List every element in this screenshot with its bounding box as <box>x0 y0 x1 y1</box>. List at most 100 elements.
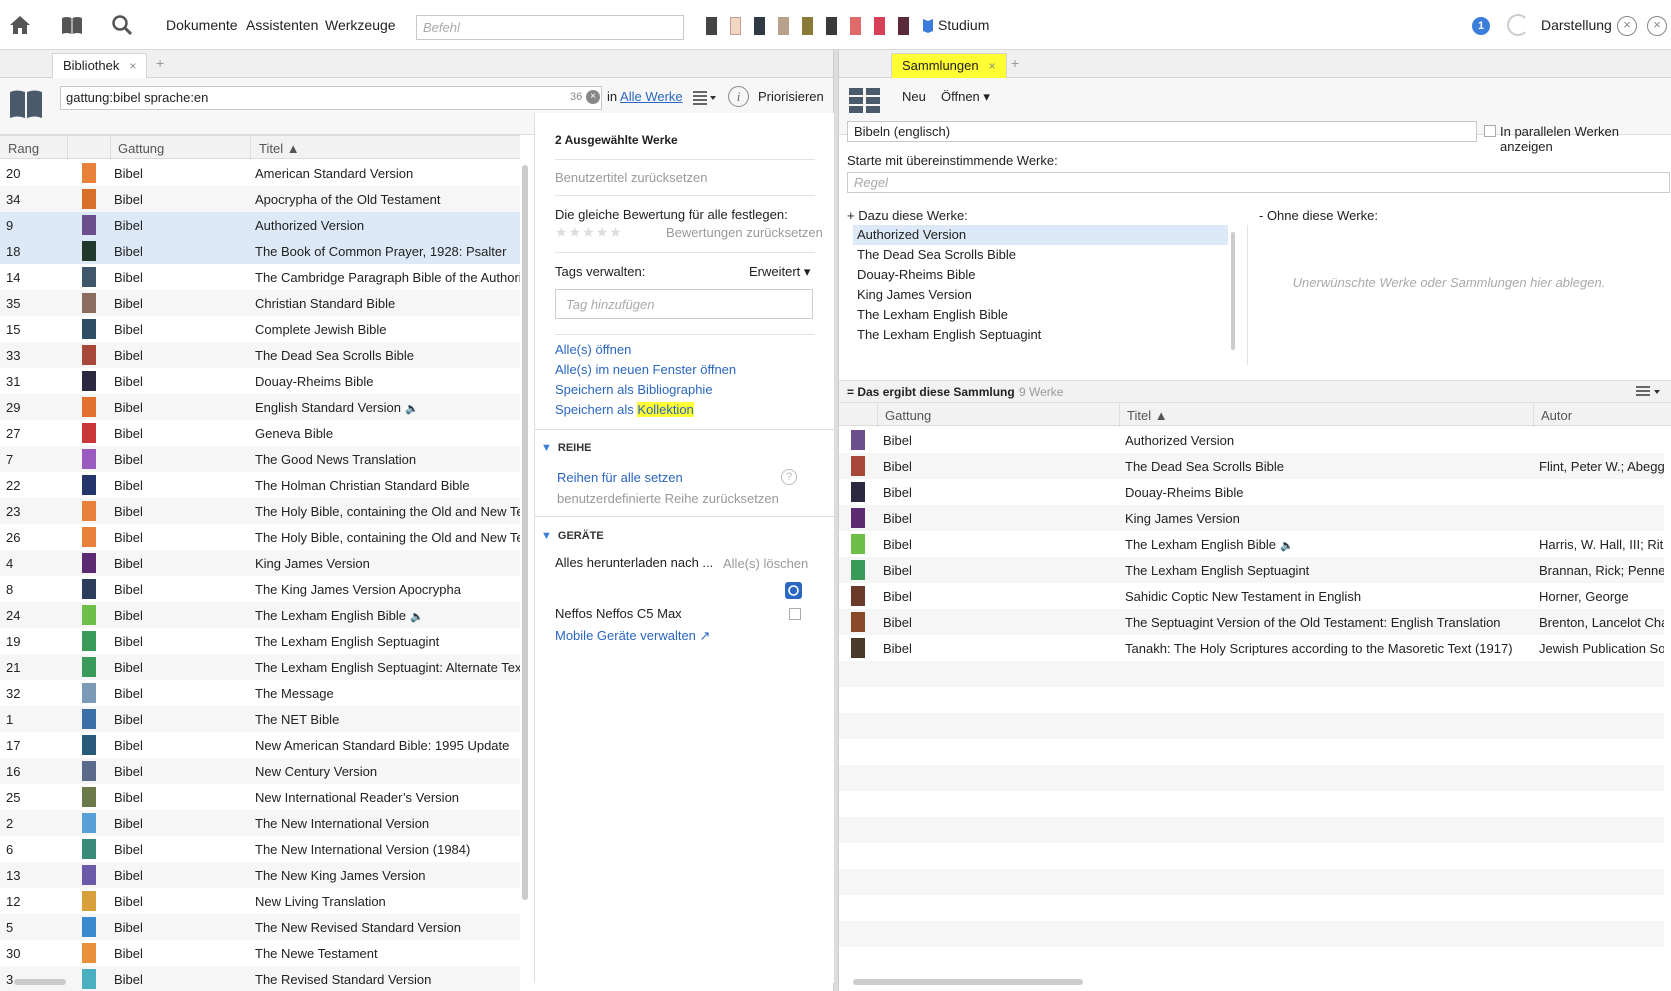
open-collection-dropdown[interactable]: Öffnen ▾ <box>941 89 990 105</box>
panel-menu-collections-icon[interactable] <box>847 84 883 120</box>
table-row[interactable]: 24 Bibel The Lexham English Bible 🔈 <box>0 602 520 628</box>
menu-werkzeuge[interactable]: Werkzeuge <box>325 17 396 33</box>
table-row[interactable]: Bibel The Septuagint Version of the Old T… <box>839 609 1664 635</box>
rule-input[interactable]: Regel <box>847 172 1670 193</box>
table-row[interactable]: Bibel Tanakh: The Holy Scriptures accordi… <box>839 635 1664 661</box>
table-row[interactable]: 1 Bibel The NET Bible <box>0 706 520 732</box>
table-row[interactable]: 33 Bibel The Dead Sea Scrolls Bible <box>0 342 520 368</box>
table-row[interactable]: 23 Bibel The Holy Bible, containing the Ol… <box>0 498 520 524</box>
save-as-bibliography-link[interactable]: Speichern als Bibliographie <box>555 382 713 397</box>
reset-series-link[interactable]: benutzerdefinierte Reihe zurücksetzen <box>557 491 779 506</box>
reset-ratings-link[interactable]: Bewertungen zurücksetzen <box>666 225 823 240</box>
sync-icon[interactable] <box>1507 14 1529 36</box>
table-row[interactable]: 14 Bibel The Cambridge Paragraph Bible of … <box>0 264 520 290</box>
col-type[interactable]: Gattung <box>885 408 931 423</box>
table-row[interactable]: 30 Bibel The Newe Testament <box>0 940 520 966</box>
library-search-input[interactable]: gattung:bibel sprache:en <box>60 86 602 110</box>
result-view-options-icon[interactable] <box>1634 384 1664 400</box>
tab-close-icon[interactable]: × <box>129 59 136 73</box>
notification-badge[interactable]: 1 <box>1472 17 1490 35</box>
tab-bibliothek[interactable]: Bibliothek × <box>52 53 148 78</box>
command-input[interactable]: Befehl <box>416 15 684 40</box>
table-row[interactable]: 6 Bibel The New International Version (198… <box>0 836 520 862</box>
include-works-list[interactable]: Authorized Version The Dead Sea Scrolls B… <box>839 225 1239 365</box>
table-row[interactable]: Bibel Sahidic Coptic New Testament in Eng… <box>839 583 1664 609</box>
include-list-item[interactable]: Authorized Version <box>853 225 1228 245</box>
view-options-icon[interactable] <box>692 88 718 106</box>
scope-link[interactable]: Alle Werke <box>620 89 683 104</box>
rating-stars[interactable]: ★★★★★ <box>555 224 623 241</box>
table-row[interactable]: 7 Bibel The Good News Translation <box>0 446 520 472</box>
include-list-scrollbar[interactable] <box>1231 232 1235 350</box>
table-row[interactable]: 17 Bibel New American Standard Bible: 1995… <box>0 732 520 758</box>
open-book-tab-icon[interactable] <box>706 17 717 35</box>
panel-menu-library-icon[interactable] <box>8 86 44 122</box>
library-horizontal-scrollbar[interactable] <box>14 979 66 985</box>
table-row[interactable]: 3 Bibel The Revised Standard Version <box>0 966 520 991</box>
open-all-new-window-link[interactable]: Alle(s) im neuen Fenster öffnen <box>555 362 736 377</box>
table-row[interactable]: Bibel The Lexham English Bible 🔈 Harris, W.… <box>839 531 1664 557</box>
table-row[interactable]: 21 Bibel The Lexham English Septuagint: Al… <box>0 654 520 680</box>
table-row[interactable]: 18 Bibel The Book of Common Prayer, 1928: … <box>0 238 520 264</box>
library-icon[interactable] <box>58 12 86 38</box>
table-row[interactable]: 27 Bibel Geneva Bible <box>0 420 520 446</box>
menu-assistenten[interactable]: Assistenten <box>246 17 318 33</box>
tab-sammlungen[interactable]: Sammlungen × <box>891 53 1007 78</box>
add-tab-icon[interactable]: + <box>156 55 164 71</box>
audio-icon[interactable]: 🔈 <box>1280 540 1294 552</box>
include-list-item[interactable]: The Dead Sea Scrolls Bible <box>853 245 1228 265</box>
open-book-tab-icon[interactable] <box>778 17 789 35</box>
appearance-menu[interactable]: Darstellung <box>1541 17 1612 33</box>
open-book-tab-icon[interactable] <box>826 17 837 35</box>
set-series-all-link[interactable]: Reihen für alle setzen <box>557 470 683 485</box>
table-row[interactable]: 13 Bibel The New King James Version <box>0 862 520 888</box>
col-type[interactable]: Gattung <box>118 141 164 156</box>
table-row[interactable]: 4 Bibel King James Version <box>0 550 520 576</box>
include-list-item[interactable]: The Lexham English Septuagint <box>853 325 1228 345</box>
tags-mode-dropdown[interactable]: Erweitert ▾ <box>749 264 810 280</box>
open-book-tab-icon[interactable] <box>754 17 765 35</box>
window-close-icon[interactable]: × <box>1647 16 1667 36</box>
table-row[interactable]: 2 Bibel The New International Version <box>0 810 520 836</box>
library-vertical-scrollbar[interactable] <box>522 165 528 900</box>
table-row[interactable]: Bibel Douay-Rheims Bible <box>839 479 1664 505</box>
table-row[interactable]: 34 Bibel Apocrypha of the Old Testament <box>0 186 520 212</box>
table-row[interactable]: 32 Bibel The Message <box>0 680 520 706</box>
tag-input[interactable]: Tag hinzufügen <box>555 289 813 319</box>
help-icon[interactable]: ? <box>781 469 797 485</box>
devices-section-header[interactable]: ▼ GERÄTE <box>541 530 604 542</box>
table-row[interactable]: Bibel King James Version <box>839 505 1664 531</box>
table-row[interactable]: 5 Bibel The New Revised Standard Version <box>0 914 520 940</box>
table-row[interactable]: 35 Bibel Christian Standard Bible <box>0 290 520 316</box>
audio-icon[interactable]: 🔈 <box>410 611 424 623</box>
tab-close-icon[interactable]: × <box>989 59 996 73</box>
add-tab-icon[interactable]: + <box>1011 55 1019 71</box>
delete-all-link[interactable]: Alle(s) löschen <box>723 556 808 571</box>
col-title[interactable]: Titel ▲ <box>1127 408 1168 423</box>
include-list-item[interactable]: King James Version <box>853 285 1228 305</box>
close-all-icon[interactable]: × <box>1617 16 1637 36</box>
manage-devices-link[interactable]: Mobile Geräte verwalten ↗ <box>555 628 710 644</box>
home-icon[interactable] <box>6 12 34 38</box>
collection-horizontal-scrollbar[interactable] <box>853 979 1083 985</box>
new-collection-button[interactable]: Neu <box>902 89 926 104</box>
search-icon[interactable] <box>108 12 136 38</box>
prioritize-button[interactable]: Priorisieren <box>758 89 824 104</box>
include-list-item[interactable]: Douay-Rheims Bible <box>853 265 1228 285</box>
device-sync-icon[interactable] <box>785 582 802 599</box>
save-as-collection-link[interactable]: Speichern als Kollektion <box>555 402 694 417</box>
table-row[interactable]: 31 Bibel Douay-Rheims Bible <box>0 368 520 394</box>
exclude-drop-zone[interactable]: Unerwünschte Werke oder Sammlungen hier … <box>1239 275 1659 290</box>
open-all-link[interactable]: Alle(s) öffnen <box>555 342 631 357</box>
parallel-works-checkbox[interactable] <box>1484 125 1496 137</box>
table-row[interactable]: 19 Bibel The Lexham English Septuagint <box>0 628 520 654</box>
table-row[interactable]: 16 Bibel New Century Version <box>0 758 520 784</box>
device-checkbox[interactable] <box>789 608 801 620</box>
info-icon[interactable]: i <box>728 86 749 107</box>
col-title[interactable]: Titel ▲ <box>259 141 300 156</box>
open-book-tab-icon[interactable] <box>850 17 861 35</box>
col-author[interactable]: Autor <box>1541 408 1572 423</box>
include-list-item[interactable]: The Lexham English Bible <box>853 305 1228 325</box>
table-row[interactable]: Bibel Authorized Version <box>839 427 1664 453</box>
table-row[interactable]: 22 Bibel The Holman Christian Standard Bib… <box>0 472 520 498</box>
